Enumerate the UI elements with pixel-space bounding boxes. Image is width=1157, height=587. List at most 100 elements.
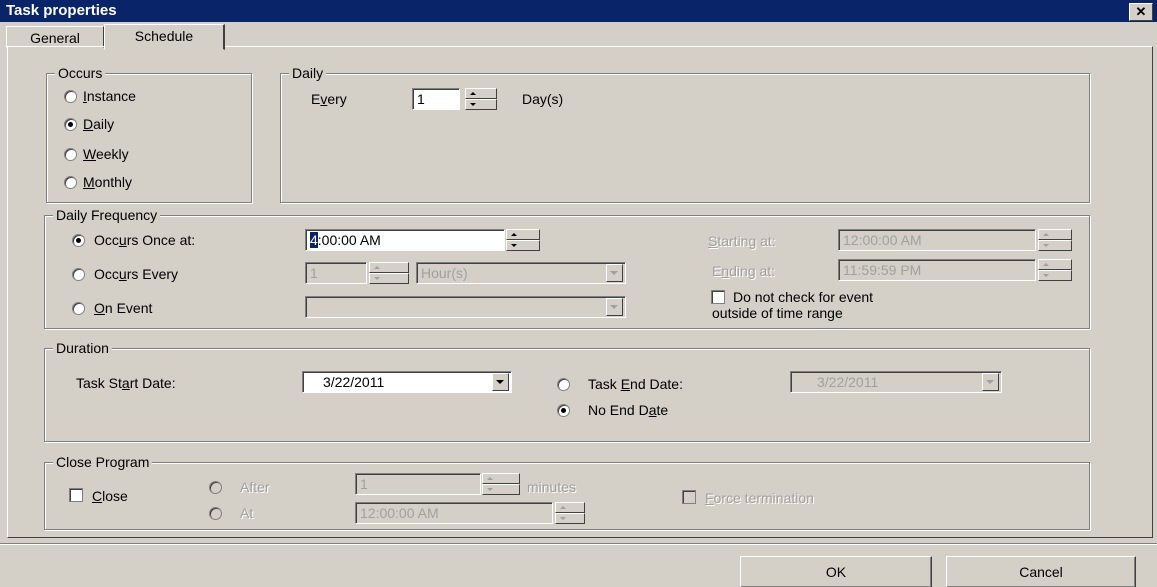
- lbl-post: rs Every: [126, 266, 179, 282]
- bottom-separator: [0, 543, 1157, 545]
- occurs-daily-radio[interactable]: [64, 118, 77, 131]
- spin-up-icon[interactable]: [369, 262, 409, 273]
- occurs-instance-label[interactable]: Instance: [83, 88, 136, 104]
- occurs-once-label[interactable]: Occurs Once at:: [94, 232, 195, 248]
- no-check-event-checkbox[interactable]: [711, 290, 725, 304]
- no-end-date-radio[interactable]: [557, 404, 570, 417]
- ok-button[interactable]: OK: [740, 556, 932, 587]
- starting-at-input[interactable]: 12:00:00 AM: [838, 229, 1036, 251]
- occurs-daily-label[interactable]: Daily: [83, 116, 114, 132]
- spin-down-icon[interactable]: [482, 484, 520, 495]
- occurs-every-radio[interactable]: [72, 268, 85, 281]
- lbl-key: a: [121, 375, 130, 391]
- ending-at-input[interactable]: 11:59:59 PM: [838, 259, 1036, 281]
- lbl-pre: Occ: [94, 266, 119, 282]
- spin-down-icon[interactable]: [369, 273, 409, 284]
- lbl-post: orce termination: [713, 490, 814, 506]
- close-after-minutes-input[interactable]: 1: [355, 473, 481, 495]
- once-time-selected: 4: [310, 232, 318, 248]
- occurs-once-radio[interactable]: [72, 234, 85, 247]
- close-program-legend: Close Program: [53, 454, 153, 470]
- every-interval-spinner[interactable]: [369, 262, 409, 284]
- task-end-date-label[interactable]: Task End Date:: [588, 376, 683, 392]
- force-termination-checkbox[interactable]: [682, 490, 696, 504]
- lbl-pre: E: [311, 91, 321, 107]
- minutes-label: minutes: [527, 479, 577, 495]
- lbl-pre: Occ: [94, 232, 119, 248]
- close-icon[interactable]: ✕: [1129, 3, 1153, 21]
- duration-group: Duration: [44, 340, 1090, 442]
- lbl-post: eekly: [95, 146, 129, 162]
- occurs-monthly-radio[interactable]: [64, 176, 77, 189]
- ending-at-spinner[interactable]: [1038, 259, 1072, 281]
- lbl-key: E: [620, 376, 631, 392]
- task-start-date-picker[interactable]: 3/22/2011: [302, 371, 512, 393]
- occurs-legend: Occurs: [55, 65, 106, 81]
- once-time-input[interactable]: 4:00:00 AM: [305, 229, 505, 251]
- cancel-button[interactable]: Cancel: [946, 556, 1136, 587]
- window-title: Task properties: [6, 2, 117, 19]
- occurs-instance-radio[interactable]: [64, 90, 77, 103]
- spin-down-icon[interactable]: [506, 240, 540, 251]
- daily-frequency-legend: Daily Frequency: [53, 207, 161, 223]
- task-end-date-picker[interactable]: 3/22/2011: [790, 371, 1002, 393]
- close-at-time-spinner[interactable]: [555, 502, 585, 524]
- spin-down-icon[interactable]: [1038, 270, 1072, 281]
- ending-at-label: Ending at:: [712, 263, 775, 279]
- every-days-input[interactable]: 1: [412, 88, 460, 110]
- no-end-date-label[interactable]: No End Date: [588, 402, 668, 418]
- event-select[interactable]: [305, 296, 626, 318]
- every-interval-input[interactable]: 1: [305, 262, 367, 284]
- spin-up-icon[interactable]: [465, 88, 497, 99]
- spin-up-icon[interactable]: [1038, 259, 1072, 270]
- chevron-down-icon[interactable]: [606, 298, 623, 316]
- every-days-spinner[interactable]: [465, 88, 497, 110]
- interval-unit-select[interactable]: Hour(s): [416, 262, 626, 284]
- starting-at-spinner[interactable]: [1038, 229, 1072, 251]
- spin-up-icon[interactable]: [1038, 229, 1072, 240]
- title-bar: Task properties ✕: [0, 0, 1157, 22]
- calendar-dropdown-icon[interactable]: [492, 373, 509, 391]
- spin-up-icon[interactable]: [506, 229, 540, 240]
- lbl-key: M: [83, 174, 95, 190]
- lbl-post: te: [656, 402, 669, 418]
- close-at-label: At: [240, 505, 254, 521]
- no-check-event-label-1: Do not check for event: [733, 289, 874, 305]
- once-time-rest: :00:00 AM: [317, 232, 381, 248]
- calendar-dropdown-icon[interactable]: [982, 373, 999, 391]
- close-after-radio[interactable]: [209, 481, 222, 494]
- lbl-key: S: [708, 233, 718, 249]
- occurs-weekly-label[interactable]: Weekly: [83, 146, 129, 162]
- on-event-label[interactable]: On Event: [94, 300, 152, 316]
- close-at-radio[interactable]: [209, 507, 222, 520]
- daily-group: Daily: [280, 65, 1090, 203]
- occurs-monthly-label[interactable]: Monthly: [83, 174, 132, 190]
- spin-up-icon[interactable]: [555, 502, 585, 513]
- close-checkbox[interactable]: [69, 488, 83, 502]
- lbl-post: nstance: [86, 88, 136, 104]
- task-end-date-radio[interactable]: [557, 378, 570, 391]
- spin-down-icon[interactable]: [1038, 240, 1072, 251]
- tab-general[interactable]: General: [6, 26, 104, 48]
- lbl-key: W: [83, 146, 96, 162]
- lbl-key: n: [721, 263, 730, 279]
- spin-up-icon[interactable]: [482, 473, 520, 484]
- once-time-spinner[interactable]: [506, 229, 540, 251]
- close-label[interactable]: Close: [92, 488, 128, 504]
- occurs-every-label[interactable]: Occurs Every: [94, 266, 178, 282]
- on-event-radio[interactable]: [72, 302, 85, 315]
- lbl-key: u: [118, 266, 127, 282]
- chevron-down-icon[interactable]: [606, 264, 623, 282]
- task-start-date-label: Task Start Date:: [76, 375, 176, 391]
- lbl-key: D: [83, 116, 94, 132]
- close-at-time-input[interactable]: 12:00:00 AM: [355, 502, 553, 524]
- lbl-post: rs Once at:: [126, 232, 196, 248]
- spin-down-icon[interactable]: [465, 99, 497, 110]
- lbl-post: aily: [93, 116, 115, 132]
- tab-schedule[interactable]: Schedule: [104, 24, 225, 50]
- close-after-minutes-spinner[interactable]: [482, 473, 520, 495]
- occurs-weekly-radio[interactable]: [64, 148, 77, 161]
- spin-down-icon[interactable]: [555, 513, 585, 524]
- lbl-post: tarting at:: [717, 233, 776, 249]
- no-check-event-label-2: outside of time range: [712, 305, 843, 321]
